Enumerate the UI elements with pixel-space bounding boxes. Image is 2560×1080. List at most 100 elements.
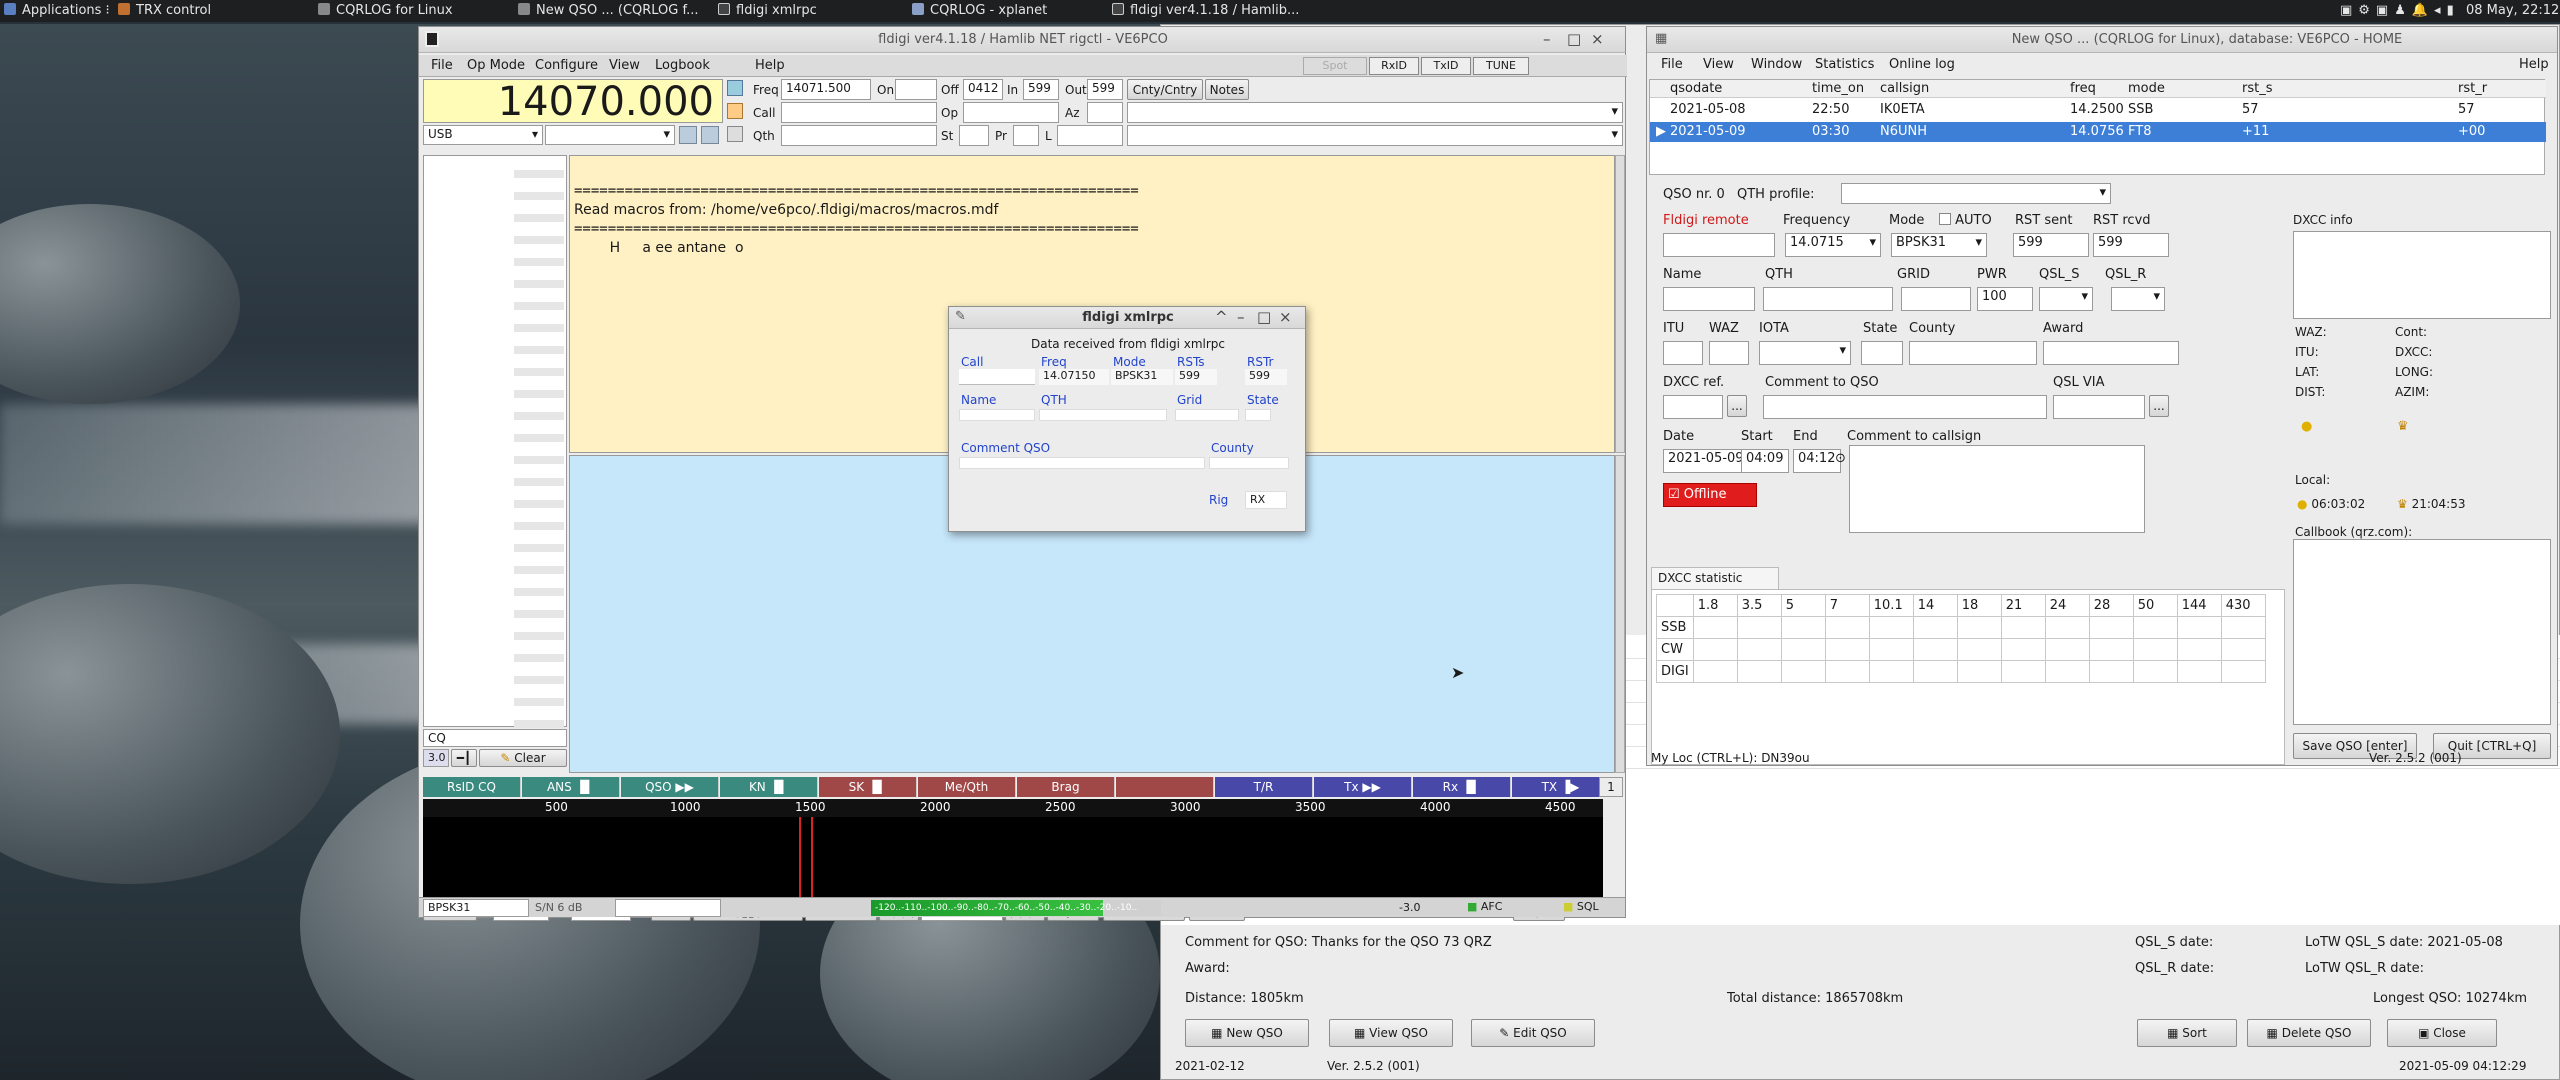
frequency-display[interactable]: 14070.000 <box>423 79 723 124</box>
tray-icons[interactable]: ▣⚙▣♟🔔◂▮ <box>2340 3 2460 18</box>
qth-profile-select[interactable]: ▾ <box>1841 183 2111 204</box>
rst-rcvd-input[interactable]: 599 <box>2093 233 2169 257</box>
rst-out-input[interactable]: 599 <box>1087 79 1123 100</box>
macro-button-10[interactable]: Tx ▶▶ <box>1314 777 1412 797</box>
menu-help[interactable]: Help <box>2519 57 2549 72</box>
table-row-selected[interactable]: ▶ 2021-05-09 03:30 N6UNH 14.0756 FT8 +11… <box>1650 122 2546 142</box>
state-input[interactable] <box>1861 341 1903 365</box>
sql-toggle[interactable]: ■ SQL <box>1563 900 1599 913</box>
task-xplanet[interactable]: CQRLOG - xplanet <box>912 3 1047 18</box>
edit-qso-button[interactable]: ✎ Edit QSO <box>1471 1019 1595 1047</box>
minimize-icon[interactable]: – <box>1543 30 1551 48</box>
close-icon[interactable]: × <box>1591 30 1604 48</box>
browser-search-input[interactable]: CQ <box>423 729 567 747</box>
rx-scrollbar[interactable] <box>1615 155 1625 453</box>
province-input[interactable] <box>1013 125 1039 146</box>
col-time-on[interactable]: time_on <box>1812 81 1864 96</box>
browser-slider[interactable]: ━┃ <box>451 749 477 767</box>
view-qso-button[interactable]: ▦ View QSO <box>1329 1019 1453 1047</box>
qsl-r-select[interactable]: ▾ <box>2111 287 2165 311</box>
txid-button[interactable]: TxID <box>1421 57 1471 75</box>
macro-button-2[interactable]: ANS ▐▌ <box>522 777 620 797</box>
waz-input[interactable] <box>1709 341 1749 365</box>
macro-button-7[interactable]: Brag <box>1017 777 1115 797</box>
search-icon[interactable] <box>727 80 743 96</box>
award-input[interactable] <box>2043 341 2179 365</box>
dxcc-ref-input[interactable] <box>1663 395 1723 419</box>
macro-button-5[interactable]: SK ▐▌ <box>819 777 917 797</box>
comment-callsign-input[interactable] <box>1849 445 2145 533</box>
rst-sent-input[interactable]: 599 <box>2013 233 2089 257</box>
clear-button[interactable]: ✎ Clear <box>479 749 567 767</box>
macro-button-12[interactable]: TX ▐▶ <box>1512 777 1610 797</box>
name-input[interactable] <box>1663 287 1755 311</box>
time-on-input[interactable] <box>895 79 937 100</box>
macro-button-9[interactable]: T/R <box>1215 777 1313 797</box>
auto-checkbox[interactable]: AUTO <box>1939 213 1992 228</box>
log-freq-input[interactable]: 14071.500 <box>781 79 871 100</box>
state-input[interactable] <box>959 125 989 146</box>
offline-toggle[interactable]: ☑ Offline <box>1663 483 1757 507</box>
menu-file[interactable]: File <box>1661 57 1683 72</box>
notes-select[interactable]: ▾ <box>1127 125 1623 146</box>
country-select[interactable]: ▾ <box>1127 102 1623 123</box>
menu-file[interactable]: File <box>431 58 453 73</box>
maximize-icon[interactable]: □ <box>1567 30 1581 48</box>
new-qso-button[interactable]: ▦ New QSO <box>1185 1019 1309 1047</box>
menu-view[interactable]: View <box>609 58 640 73</box>
time-off-input[interactable]: 0412 <box>963 79 1003 100</box>
menu-logbook[interactable]: Logbook <box>655 58 710 73</box>
new-qso-titlebar[interactable]: ▦ New QSO ... (CQRLOG for Linux), databa… <box>1647 27 2557 53</box>
close-icon[interactable]: × <box>1279 308 1292 326</box>
macro-page[interactable]: 1 <box>1599 777 1623 797</box>
rxid-button[interactable]: RxID <box>1369 57 1419 75</box>
macro-button-8[interactable] <box>1116 777 1214 797</box>
grid-input[interactable] <box>1901 287 1971 311</box>
pwr-input[interactable]: 100 <box>1977 287 2033 311</box>
col-freq[interactable]: freq <box>2070 81 2096 96</box>
iota-select[interactable]: ▾ <box>1759 341 1851 365</box>
qsl-s-select[interactable]: ▾ <box>2039 287 2093 311</box>
start-input[interactable]: 04:09 <box>1741 449 1789 473</box>
qth-input[interactable] <box>781 125 937 146</box>
itu-input[interactable] <box>1663 341 1703 365</box>
tune-button[interactable]: TUNE <box>1473 57 1529 75</box>
op-input[interactable] <box>963 102 1059 123</box>
col-qsodate[interactable]: qsodate <box>1670 81 1722 96</box>
applications-menu[interactable]: Applications ⁝ <box>4 3 110 18</box>
delete-qso-button[interactable]: ▦ Delete QSO <box>2247 1019 2371 1047</box>
xmlrpc-titlebar[interactable]: ✎ fldigi xmlrpc ^ – □ × <box>949 307 1305 329</box>
fldigi-remote-label[interactable]: Fldigi remote <box>1663 213 1749 228</box>
col-callsign[interactable]: callsign <box>1880 81 1929 96</box>
macro-button-11[interactable]: Rx ▐▌ <box>1413 777 1511 797</box>
callsign-input[interactable] <box>1663 233 1775 257</box>
az-input[interactable] <box>1087 102 1123 123</box>
menu-statistics[interactable]: Statistics <box>1815 57 1874 72</box>
waterfall[interactable] <box>423 817 1603 901</box>
status-mode[interactable]: BPSK31 <box>423 899 529 917</box>
shade-icon[interactable]: ^ <box>1215 308 1228 326</box>
close-button[interactable]: ▣ Close <box>2387 1019 2497 1047</box>
afc-toggle[interactable]: ■ AFC <box>1467 900 1502 913</box>
col-mode[interactable]: mode <box>2128 81 2165 96</box>
frequency-select[interactable]: 14.0715 ▾ <box>1785 233 1881 257</box>
maximize-icon[interactable]: □ <box>1257 308 1271 326</box>
minimize-icon[interactable]: – <box>1237 308 1245 326</box>
task-fldigi[interactable]: fldigi ver4.1.18 / Hamlib... <box>1112 3 1299 18</box>
cnty-cntry-button[interactable]: Cnty/Cntry <box>1127 79 1203 100</box>
window-menu-icon[interactable]: ▦ <box>1655 31 1667 46</box>
save-log-icon[interactable] <box>727 126 743 142</box>
menu-configure[interactable]: Configure <box>535 58 598 73</box>
macro-button-1[interactable]: RsID CQ <box>423 777 521 797</box>
rig-mode-select[interactable]: USB ▾ <box>423 125 543 145</box>
tab-dxcc-statistic[interactable]: DXCC statistic <box>1651 567 1779 589</box>
menu-help[interactable]: Help <box>755 58 785 73</box>
signal-browser[interactable] <box>423 155 567 728</box>
task-trx-control[interactable]: TRX control <box>118 3 211 18</box>
clock-icon[interactable]: ⊙ <box>1835 451 1846 466</box>
comment-qso-input[interactable] <box>1763 395 2047 419</box>
locator-input[interactable] <box>1057 125 1123 146</box>
mode-select[interactable]: BPSK31 ▾ <box>1891 233 1987 257</box>
task-fldigi-xmlrpc[interactable]: fldigi xmlrpc <box>718 3 817 18</box>
task-cqrlog[interactable]: CQRLOG for Linux <box>318 3 453 18</box>
